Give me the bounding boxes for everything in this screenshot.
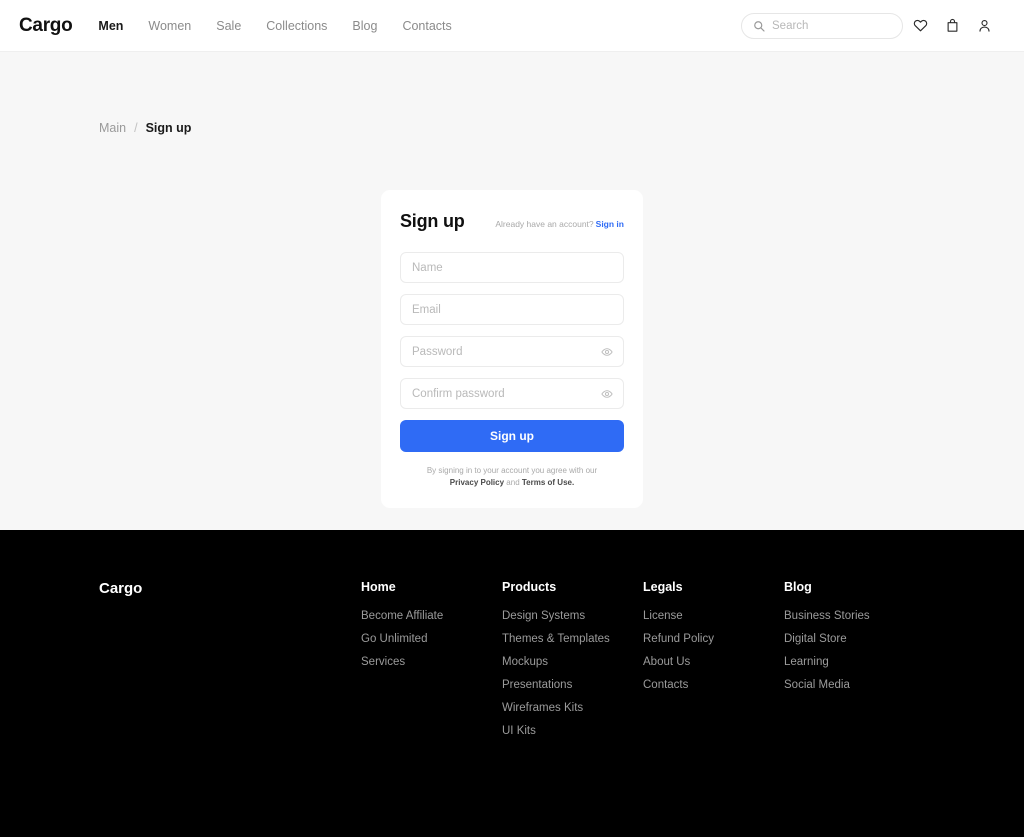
breadcrumb-current: Sign up — [145, 121, 192, 135]
site-logo[interactable]: Cargo — [19, 15, 73, 37]
nav-item-sale[interactable]: Sale — [216, 19, 241, 33]
signin-link[interactable]: Sign in — [596, 219, 624, 229]
signup-card: Sign up Already have an account? Sign in … — [381, 190, 643, 508]
footer-link[interactable]: Go Unlimited — [361, 633, 502, 645]
signup-submit-button[interactable]: Sign up — [400, 420, 624, 452]
footer-columns: Home Become Affiliate Go Unlimited Services… — [361, 580, 925, 748]
nav-item-collections[interactable]: Collections — [266, 19, 327, 33]
main-content: Main / Sign up Sign up Already have an a… — [0, 52, 1024, 530]
footer-link[interactable]: Wireframes Kits — [502, 702, 643, 714]
footer-logo[interactable]: Cargo — [99, 580, 361, 748]
signin-prompt: Already have an account? Sign in — [495, 219, 624, 229]
page-root: Cargo Men Women Sale Collections Blog Contact… — [0, 0, 1024, 837]
password-field[interactable]: Password — [400, 336, 624, 367]
signup-form-fields: Name Email Password Confirm password — [400, 252, 624, 409]
wishlist-icon[interactable] — [905, 11, 935, 41]
footer-link[interactable]: Services — [361, 656, 502, 668]
eye-icon[interactable] — [601, 346, 613, 358]
footer-link[interactable]: Mockups — [502, 656, 643, 668]
breadcrumb: Main / Sign up — [99, 121, 191, 135]
legal-disclaimer: By signing in to your account you agree … — [400, 465, 624, 489]
name-field-placeholder: Name — [412, 261, 443, 274]
footer-column-products: Products Design Systems Themes & Templates… — [502, 580, 643, 748]
confirm-password-field-placeholder: Confirm password — [412, 387, 505, 400]
footer-link[interactable]: Become Affiliate — [361, 610, 502, 622]
terms-of-use-link[interactable]: Terms of Use. — [522, 478, 574, 487]
search-placeholder: Search — [772, 19, 809, 32]
footer-link[interactable]: Refund Policy — [643, 633, 784, 645]
footer-link[interactable]: About Us — [643, 656, 784, 668]
confirm-password-field[interactable]: Confirm password — [400, 378, 624, 409]
breadcrumb-separator: / — [134, 121, 138, 135]
footer-link[interactable]: Contacts — [643, 679, 784, 691]
email-field[interactable]: Email — [400, 294, 624, 325]
footer-link[interactable]: License — [643, 610, 784, 622]
footer-column-title: Products — [502, 580, 557, 594]
nav-item-men[interactable]: Men — [98, 19, 123, 33]
password-field-placeholder: Password — [412, 345, 463, 358]
footer-link[interactable]: Digital Store — [784, 633, 925, 645]
privacy-policy-link[interactable]: Privacy Policy — [450, 478, 504, 487]
legal-and: and — [506, 478, 520, 487]
site-header: Cargo Men Women Sale Collections Blog Contact… — [0, 0, 1024, 52]
signin-prompt-text: Already have an account? — [495, 219, 594, 229]
signup-card-header: Sign up Already have an account? Sign in — [400, 211, 624, 232]
search-icon — [753, 20, 765, 32]
footer-link[interactable]: Business Stories — [784, 610, 925, 622]
legal-prefix: By signing in to your account you agree … — [426, 466, 598, 475]
nav-item-blog[interactable]: Blog — [352, 19, 377, 33]
bag-icon[interactable] — [937, 11, 967, 41]
footer-column-blog: Blog Business Stories Digital Store Learnin… — [784, 580, 925, 748]
footer-column-legals: Legals License Refund Policy About Us Contac… — [643, 580, 784, 748]
footer-column-title: Home — [361, 580, 396, 594]
footer-column-home: Home Become Affiliate Go Unlimited Services — [361, 580, 502, 748]
footer-column-title: Blog — [784, 580, 812, 594]
email-field-placeholder: Email — [412, 303, 441, 316]
footer-link[interactable]: Social Media — [784, 679, 925, 691]
footer-link[interactable]: Design Systems — [502, 610, 643, 622]
nav-item-women[interactable]: Women — [148, 19, 191, 33]
page-title: Sign up — [400, 211, 465, 231]
footer-link[interactable]: UI Kits — [502, 725, 643, 737]
site-footer: Cargo Home Become Affiliate Go Unlimited Se… — [0, 530, 1024, 837]
footer-top: Cargo Home Become Affiliate Go Unlimited Se… — [99, 530, 925, 748]
footer-column-title: Legals — [643, 580, 683, 594]
footer-link[interactable]: Themes & Templates — [502, 633, 643, 645]
primary-nav: Men Women Sale Collections Blog Contacts — [98, 19, 451, 33]
name-field[interactable]: Name — [400, 252, 624, 283]
nav-item-contacts[interactable]: Contacts — [402, 19, 451, 33]
breadcrumb-main[interactable]: Main — [99, 121, 126, 135]
account-icon[interactable] — [969, 11, 999, 41]
footer-link[interactable]: Learning — [784, 656, 925, 668]
eye-icon[interactable] — [601, 388, 613, 400]
header-actions: Search — [741, 11, 999, 41]
footer-link[interactable]: Presentations — [502, 679, 643, 691]
search-input[interactable]: Search — [741, 12, 903, 39]
